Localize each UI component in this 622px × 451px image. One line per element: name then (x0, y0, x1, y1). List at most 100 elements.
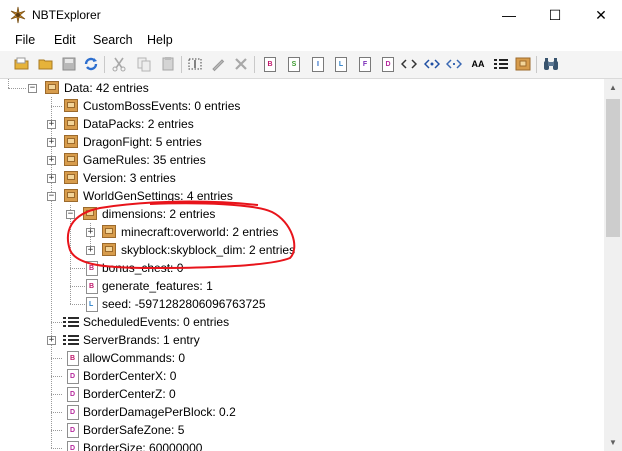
paste-button[interactable] (160, 56, 176, 72)
compound-icon (63, 117, 79, 131)
add-list-tag-button[interactable] (493, 56, 509, 72)
edit-value-button[interactable] (210, 56, 226, 72)
open-folder-button[interactable] (14, 56, 30, 72)
tree-line (51, 394, 62, 395)
save-icon (62, 57, 76, 71)
refresh-icon (84, 57, 98, 71)
compound-icon (63, 189, 79, 203)
tree-node-label: dimensions: 2 entries (102, 207, 216, 221)
add-byte-tag-button[interactable]: B (262, 56, 278, 72)
menu-help[interactable]: Help (147, 33, 173, 47)
copy-icon (137, 57, 151, 72)
tree-node-serverbrands[interactable]: ServerBrands: 1 entry (63, 331, 200, 349)
add-double-tag-button[interactable]: D (380, 56, 396, 72)
tree-line (70, 286, 85, 287)
byte-array-icon (401, 59, 417, 69)
tree-node-dragonfight[interactable]: DragonFight: 5 entries (63, 133, 202, 151)
tree-node-bordercenterx[interactable]: D BorderCenterX: 0 (67, 367, 176, 385)
cut-button[interactable] (111, 56, 127, 72)
title-bar: NBTExplorer — ☐ ✕ (0, 0, 622, 30)
list-icon (63, 333, 79, 347)
open-folder-alt-button[interactable] (38, 56, 54, 72)
chevron-down-icon: ▼ (609, 438, 617, 447)
close-button[interactable]: ✕ (578, 0, 622, 30)
tree-node-bordersafezone[interactable]: D BorderSafeZone: 5 (67, 421, 184, 439)
short-tag-icon: S (288, 56, 300, 72)
save-button[interactable] (61, 56, 77, 72)
tree-node-datapacks[interactable]: DataPacks: 2 entries (63, 115, 194, 133)
tree-node-worldgensettings[interactable]: WorldGenSettings: 4 entries (63, 187, 233, 205)
add-long-tag-button[interactable]: L (333, 56, 349, 72)
scroll-up-button[interactable]: ▲ (604, 79, 622, 96)
add-string-tag-button[interactable]: AA (469, 56, 487, 72)
expand-toggle[interactable]: + (86, 228, 95, 237)
expand-toggle[interactable]: + (47, 138, 56, 147)
add-float-tag-button[interactable]: F (357, 56, 373, 72)
int-tag-icon: I (312, 56, 324, 72)
maximize-button[interactable]: ☐ (532, 0, 578, 30)
add-byte-array-button[interactable] (401, 56, 417, 72)
tree-node-label: DataPacks: 2 entries (83, 117, 194, 131)
long-tag-icon: L (335, 56, 347, 72)
expand-toggle[interactable]: + (47, 336, 56, 345)
tree-node-gamerules[interactable]: GameRules: 35 entries (63, 151, 206, 169)
expand-toggle[interactable]: + (47, 156, 56, 165)
tree-node-allowcommands[interactable]: B allowCommands: 0 (67, 349, 185, 367)
delete-button[interactable] (233, 56, 249, 72)
double-tag-icon: D (67, 404, 79, 420)
scroll-down-button[interactable]: ▼ (604, 434, 622, 451)
add-short-tag-button[interactable]: S (286, 56, 302, 72)
expand-toggle[interactable]: + (47, 120, 56, 129)
tree-node-skyblock-dim[interactable]: skyblock:skyblock_dim: 2 entries (101, 241, 295, 259)
tree-node-custombossevents[interactable]: CustomBossEvents: 0 entries (63, 97, 240, 115)
window-title: NBTExplorer (32, 8, 101, 22)
add-compound-tag-button[interactable] (515, 56, 531, 72)
tree-node-bonus-chest[interactable]: B bonus_chest: 0 (86, 259, 183, 277)
add-int-tag-button[interactable]: I (310, 56, 326, 72)
nbt-tree-view[interactable]: − + + + + − − + + + Data: 42 entries Cus… (0, 79, 604, 451)
tree-node-label: seed: -5971282806096763725 (102, 297, 266, 311)
menu-edit[interactable]: Edit (54, 33, 76, 47)
compound-icon (63, 153, 79, 167)
tree-line (70, 304, 85, 305)
tree-node-label: BorderSafeZone: 5 (83, 423, 185, 437)
refresh-button[interactable] (83, 56, 99, 72)
folder-icon (38, 59, 53, 70)
scroll-thumb[interactable] (606, 99, 620, 237)
expand-toggle[interactable]: + (47, 174, 56, 183)
chevron-up-icon: ▲ (609, 83, 617, 92)
minimize-button[interactable]: — (486, 0, 532, 30)
compound-icon (63, 135, 79, 149)
collapse-toggle[interactable]: − (66, 210, 75, 219)
app-logo-icon (10, 6, 26, 24)
menu-file[interactable]: File (15, 33, 35, 47)
tree-node-label: minecraft:overworld: 2 entries (121, 225, 279, 239)
tree-node-scheduledevents[interactable]: ScheduledEvents: 0 entries (63, 313, 229, 331)
add-int-array-button[interactable] (424, 56, 440, 72)
tree-node-version[interactable]: Version: 3 entries (63, 169, 176, 187)
tree-node-data[interactable]: Data: 42 entries (44, 79, 149, 97)
tree-node-bordercenterz[interactable]: D BorderCenterZ: 0 (67, 385, 176, 403)
paste-icon (162, 57, 174, 71)
tree-node-dimensions[interactable]: dimensions: 2 entries (82, 205, 215, 223)
tree-node-seed[interactable]: L seed: -5971282806096763725 (86, 295, 266, 313)
menu-search[interactable]: Search (93, 33, 133, 47)
cut-icon (112, 57, 126, 72)
byte-tag-icon: B (67, 350, 79, 366)
find-button[interactable] (543, 56, 559, 72)
tree-node-borderdamageperblock[interactable]: D BorderDamagePerBlock: 0.2 (67, 403, 236, 421)
tree-node-generate-features[interactable]: B generate_features: 1 (86, 277, 213, 295)
tree-line (51, 106, 62, 107)
tree-node-bordersize[interactable]: D BorderSize: 60000000 (67, 439, 202, 451)
expand-toggle[interactable]: + (86, 246, 95, 255)
tree-node-label: generate_features: 1 (102, 279, 213, 293)
copy-button[interactable] (136, 56, 152, 72)
rename-button[interactable] (187, 56, 203, 72)
tree-node-minecraft-overworld[interactable]: minecraft:overworld: 2 entries (101, 223, 278, 241)
add-long-array-button[interactable] (446, 56, 462, 72)
vertical-scrollbar[interactable]: ▲ ▼ (604, 79, 622, 451)
compound-icon (82, 207, 98, 221)
collapse-toggle[interactable]: − (28, 84, 37, 93)
long-array-icon (446, 59, 462, 69)
collapse-toggle[interactable]: − (47, 192, 56, 201)
